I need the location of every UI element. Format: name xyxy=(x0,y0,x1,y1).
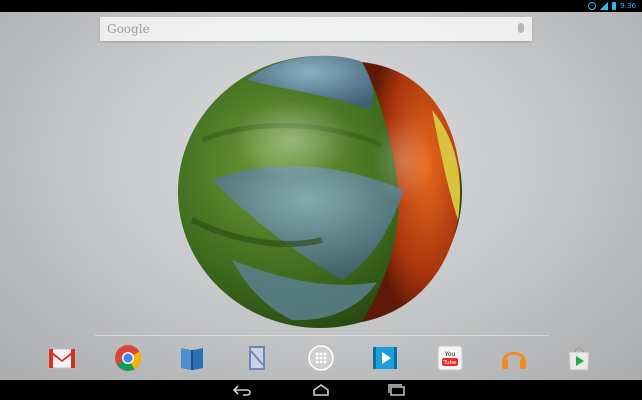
chrome-icon[interactable] xyxy=(112,342,144,374)
dock-divider xyxy=(95,335,549,336)
wallpaper-sphere xyxy=(178,55,462,328)
home-button[interactable] xyxy=(307,382,335,398)
home-screen: 9:36 Google You Tube xyxy=(0,0,642,400)
mic-icon[interactable] xyxy=(518,23,524,33)
youtube-label-you: You xyxy=(444,351,456,358)
status-time: 9:36 xyxy=(620,2,636,10)
navigation-bar xyxy=(0,380,642,400)
headphones-icon[interactable] xyxy=(498,342,530,374)
recents-icon xyxy=(388,384,405,396)
dock: You Tube xyxy=(0,338,642,378)
status-bar: 9:36 xyxy=(0,0,642,12)
back-button[interactable] xyxy=(229,382,257,398)
play-movies-icon[interactable] xyxy=(369,342,401,374)
recents-button[interactable] xyxy=(383,382,411,398)
battery-icon xyxy=(612,2,617,10)
magazines-icon[interactable] xyxy=(241,342,273,374)
play-store-icon[interactable] xyxy=(563,342,595,374)
youtube-icon[interactable]: You Tube xyxy=(434,342,466,374)
google-search-bar[interactable]: Google xyxy=(100,17,532,41)
app-drawer-icon[interactable] xyxy=(305,342,337,374)
gmail-icon[interactable] xyxy=(46,342,78,374)
play-books-icon[interactable] xyxy=(176,342,208,374)
signal-icon xyxy=(600,2,609,10)
search-label: Google xyxy=(107,22,150,36)
home-icon xyxy=(313,384,329,396)
youtube-label-tube: Tube xyxy=(443,360,458,366)
alarm-icon xyxy=(588,2,597,10)
back-icon xyxy=(232,385,251,396)
